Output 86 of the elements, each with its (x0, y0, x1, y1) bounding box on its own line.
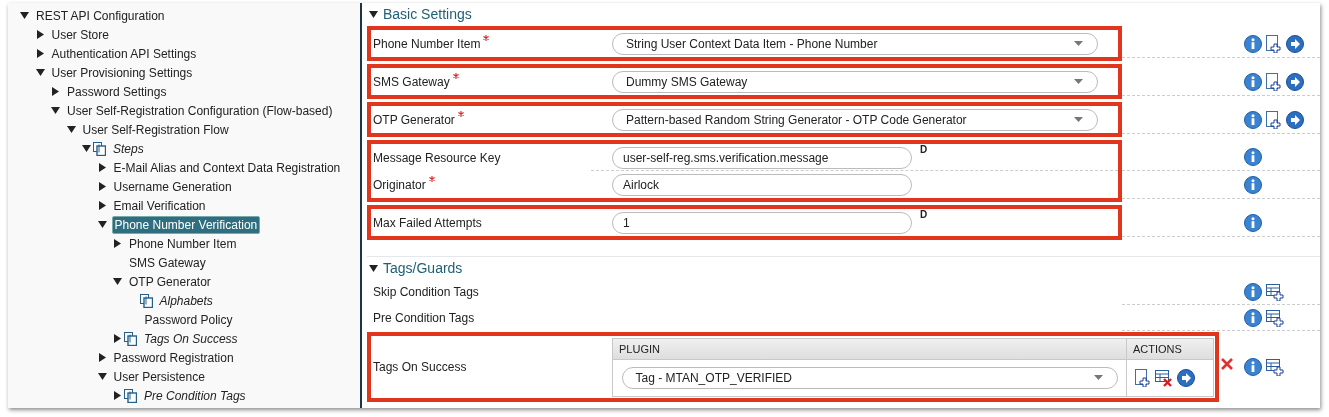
caret-icon (1093, 375, 1103, 380)
field-label: Message Resource Key (373, 150, 501, 165)
collection-icon (139, 293, 153, 308)
field-label: SMS Gateway (373, 74, 450, 89)
arrow-right-icon[interactable] (1286, 110, 1304, 129)
caret-icon (1074, 117, 1083, 122)
collapsed-triangle-icon[interactable] (113, 391, 122, 400)
info-icon[interactable] (1244, 282, 1262, 301)
collapsed-triangle-icon[interactable] (35, 49, 45, 58)
field-label: Originator (373, 177, 426, 192)
add-icon[interactable] (1266, 110, 1282, 129)
expanded-triangle-icon[interactable] (51, 106, 60, 115)
tree-item[interactable]: Steps (111, 140, 146, 157)
collapsed-triangle-icon[interactable] (97, 353, 107, 362)
expanded-triangle-icon[interactable] (82, 144, 91, 153)
add-icon[interactable] (1266, 72, 1282, 91)
tree-item[interactable]: Phone Number Verification (111, 215, 261, 234)
expanded-triangle-icon[interactable] (97, 220, 107, 229)
section-title[interactable]: Tags/Guards (383, 260, 463, 276)
caret-icon (1074, 41, 1083, 46)
collapsed-triangle-icon[interactable] (51, 87, 60, 96)
tree-item[interactable]: REST API Configuration (34, 7, 167, 24)
field-label: Pre Condition Tags (373, 311, 475, 325)
marker-text: D (920, 210, 928, 220)
table-add-icon[interactable] (1266, 358, 1284, 376)
collapsed-triangle-icon[interactable] (97, 201, 107, 210)
info-icon[interactable] (1244, 175, 1262, 194)
tree-item[interactable]: SMS Gateway (127, 254, 208, 271)
collapsed-triangle-icon[interactable] (97, 163, 107, 172)
add-icon[interactable] (1266, 34, 1282, 53)
collapsed-triangle-icon[interactable] (97, 182, 107, 191)
tree-item[interactable]: User Self-Registration Configuration (Flow-based) (65, 102, 335, 119)
collapsed-triangle-icon[interactable] (113, 239, 122, 248)
info-icon[interactable] (1244, 358, 1262, 376)
tree-item[interactable]: Pre Condition Tags (142, 387, 248, 404)
tree-item[interactable]: Password Settings (65, 83, 169, 100)
tree-item[interactable]: User Persistence (111, 368, 207, 385)
info-icon[interactable] (1244, 110, 1262, 129)
column-header: ACTIONS (1126, 338, 1182, 359)
collapsed-triangle-icon[interactable] (113, 334, 122, 343)
info-icon[interactable] (1244, 213, 1262, 232)
expanded-triangle-icon[interactable] (369, 9, 378, 19)
expanded-triangle-icon[interactable] (20, 11, 29, 20)
tree-item[interactable]: User Provisioning Settings (49, 64, 195, 81)
tree-item[interactable]: OTP Generator (127, 273, 213, 290)
info-icon[interactable] (1244, 148, 1262, 166)
table-add-icon[interactable] (1266, 282, 1284, 301)
field-label: Max Failed Attempts (373, 215, 482, 230)
info-icon[interactable] (1244, 34, 1262, 53)
info-icon[interactable] (1244, 72, 1262, 91)
tree-item[interactable]: Email Verification (111, 197, 208, 214)
collection-icon (93, 141, 106, 156)
collapsed-triangle-icon[interactable] (35, 30, 45, 39)
tree-item[interactable]: E-Mail Alias and Context Data Registration (111, 159, 343, 176)
add-icon[interactable] (1135, 368, 1151, 387)
arrow-right-icon[interactable] (1286, 72, 1304, 91)
field-label: Phone Number Item (373, 36, 481, 51)
table-delete-icon[interactable] (1155, 368, 1173, 387)
tree-item[interactable]: User Self-Registration Flow (80, 121, 231, 138)
expanded-triangle-icon[interactable] (66, 125, 76, 134)
remove-icon[interactable] (1221, 358, 1233, 370)
tree-item[interactable]: Username Generation (111, 178, 234, 195)
field-label: Skip Condition Tags (373, 285, 479, 299)
tree-item[interactable]: User Store (49, 26, 111, 43)
section-title[interactable]: Basic Settings (383, 6, 472, 22)
arrow-right-icon[interactable] (1286, 34, 1304, 53)
field-label: OTP Generator (373, 112, 455, 127)
info-icon[interactable] (1244, 308, 1262, 327)
tree-item[interactable]: Tags On Success (142, 330, 240, 347)
marker-text: D (920, 145, 928, 155)
tree-item[interactable]: Password Registration (111, 349, 236, 366)
column-header: PLUGIN (618, 342, 661, 355)
field-label: Tags On Success (373, 360, 467, 374)
expanded-triangle-icon[interactable] (369, 263, 378, 273)
expanded-triangle-icon[interactable] (113, 277, 122, 286)
collection-icon (124, 388, 137, 403)
table-add-icon[interactable] (1266, 308, 1284, 327)
tree-item[interactable]: Authentication API Settings (49, 45, 199, 62)
arrow-right-icon[interactable] (1177, 368, 1195, 387)
expanded-triangle-icon[interactable] (35, 68, 45, 77)
expanded-triangle-icon[interactable] (97, 372, 107, 381)
caret-icon (1074, 79, 1083, 84)
tree-item[interactable]: Phone Number Item (127, 235, 239, 252)
collection-icon (124, 331, 137, 346)
tree-item[interactable]: Alphabets (157, 292, 215, 309)
tree-item[interactable]: Password Policy (142, 311, 235, 328)
